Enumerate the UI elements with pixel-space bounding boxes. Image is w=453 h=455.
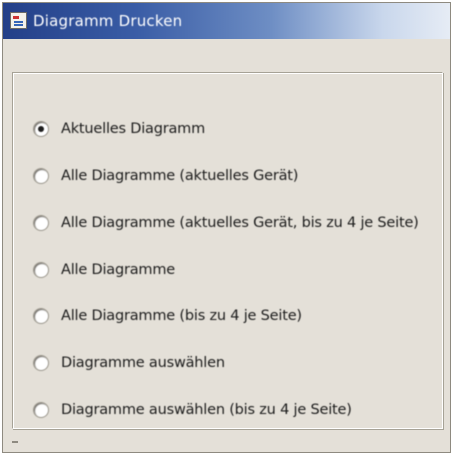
radio-button[interactable] — [33, 262, 49, 278]
option-all-diagrams-current-device-4-per-page[interactable]: Alle Diagramme (aktuelles Gerät, bis zu … — [33, 211, 419, 235]
print-diagram-dialog: Diagramm Drucken Aktuelles Diagramm Alle… — [2, 2, 451, 453]
radio-button[interactable] — [33, 168, 49, 184]
radio-button[interactable] — [33, 355, 49, 371]
dialog-client-area: Aktuelles Diagramm Alle Diagramme (aktue… — [3, 39, 450, 452]
option-label: Alle Diagramme (aktuelles Gerät) — [61, 168, 299, 184]
option-select-diagrams[interactable]: Diagramme auswählen — [33, 351, 225, 375]
option-label: Alle Diagramme — [61, 262, 176, 278]
option-all-diagrams[interactable]: Alle Diagramme — [33, 258, 175, 282]
option-all-diagrams-current-device[interactable]: Alle Diagramme (aktuelles Gerät) — [33, 164, 298, 188]
title-bar[interactable]: Diagramm Drucken — [3, 3, 450, 39]
option-select-diagrams-4-per-page[interactable]: Diagramme auswählen (bis zu 4 je Seite) — [33, 398, 352, 422]
option-label: Diagramme auswählen — [61, 355, 225, 371]
option-all-diagrams-4-per-page[interactable]: Alle Diagramme (bis zu 4 je Seite) — [33, 304, 302, 328]
window-title: Diagramm Drucken — [33, 12, 183, 30]
radio-button[interactable] — [33, 308, 49, 324]
option-label: Aktuelles Diagramm — [61, 121, 206, 137]
app-icon[interactable] — [10, 12, 27, 29]
radio-button[interactable] — [33, 215, 49, 231]
option-label: Diagramme auswählen (bis zu 4 je Seite) — [61, 402, 352, 418]
radio-button[interactable] — [33, 402, 49, 418]
print-options-group: Aktuelles Diagramm Alle Diagramme (aktue… — [12, 72, 443, 429]
option-label: Alle Diagramme (bis zu 4 je Seite) — [61, 308, 302, 324]
radio-button[interactable] — [33, 121, 49, 137]
option-current-diagram[interactable]: Aktuelles Diagramm — [33, 117, 205, 141]
divider — [12, 441, 18, 443]
option-label: Alle Diagramme (aktuelles Gerät, bis zu … — [61, 215, 419, 231]
